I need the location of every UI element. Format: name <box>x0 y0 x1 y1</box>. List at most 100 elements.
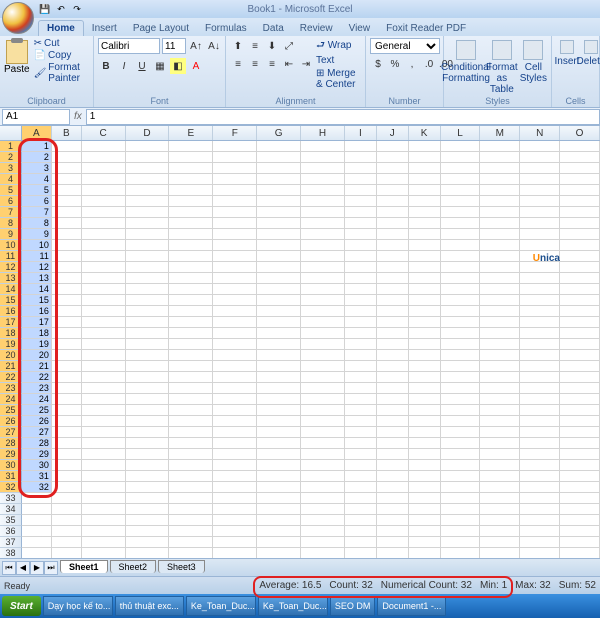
grow-font-icon[interactable]: A↑ <box>188 38 204 54</box>
row-header[interactable]: 16 <box>0 306 22 317</box>
cell[interactable] <box>169 383 213 394</box>
cell[interactable] <box>345 427 377 438</box>
cell[interactable] <box>520 273 560 284</box>
cell[interactable] <box>441 251 481 262</box>
cell[interactable] <box>257 427 301 438</box>
cell[interactable] <box>257 460 301 471</box>
shrink-font-icon[interactable]: A↓ <box>206 38 222 54</box>
tab-home[interactable]: Home <box>38 20 84 36</box>
cell[interactable] <box>345 449 377 460</box>
cell[interactable] <box>520 482 560 493</box>
cell[interactable] <box>480 361 520 372</box>
cell[interactable] <box>213 218 257 229</box>
cell[interactable] <box>409 416 441 427</box>
cell[interactable] <box>126 152 170 163</box>
cell[interactable] <box>480 493 520 504</box>
cell[interactable] <box>409 295 441 306</box>
cell[interactable] <box>213 174 257 185</box>
cell[interactable] <box>377 515 409 526</box>
merge-center-button[interactable]: ⊞ Merge & Center <box>316 68 361 90</box>
cell[interactable] <box>441 306 481 317</box>
cell[interactable] <box>441 471 481 482</box>
cell[interactable] <box>126 251 170 262</box>
tab-view[interactable]: View <box>341 21 379 36</box>
cell[interactable] <box>213 493 257 504</box>
cell[interactable] <box>377 317 409 328</box>
cell[interactable] <box>169 416 213 427</box>
select-all-corner[interactable] <box>0 126 22 140</box>
cell[interactable] <box>82 339 126 350</box>
cell[interactable] <box>301 438 345 449</box>
cell[interactable] <box>377 339 409 350</box>
cell[interactable] <box>560 416 600 427</box>
cell[interactable] <box>520 416 560 427</box>
tab-data[interactable]: Data <box>255 21 292 36</box>
cell[interactable] <box>409 218 441 229</box>
cell[interactable] <box>345 295 377 306</box>
column-header-K[interactable]: K <box>409 126 441 140</box>
cell[interactable] <box>409 339 441 350</box>
cell[interactable] <box>441 141 481 152</box>
cell[interactable] <box>441 273 481 284</box>
cell[interactable] <box>345 196 377 207</box>
cell[interactable] <box>169 526 213 537</box>
cell[interactable] <box>52 493 82 504</box>
cell[interactable] <box>126 317 170 328</box>
cell[interactable] <box>409 328 441 339</box>
cell[interactable] <box>441 515 481 526</box>
cell[interactable] <box>345 361 377 372</box>
cell[interactable] <box>377 405 409 416</box>
cell[interactable] <box>52 218 82 229</box>
row-header[interactable]: 8 <box>0 218 22 229</box>
cell[interactable] <box>126 372 170 383</box>
cell[interactable] <box>520 163 560 174</box>
currency-icon[interactable]: $ <box>370 56 386 72</box>
cell[interactable] <box>126 141 170 152</box>
cell[interactable] <box>52 163 82 174</box>
tab-review[interactable]: Review <box>292 21 341 36</box>
cell[interactable] <box>345 405 377 416</box>
cell[interactable] <box>169 493 213 504</box>
cell[interactable] <box>213 141 257 152</box>
cell[interactable] <box>52 174 82 185</box>
cell[interactable] <box>345 438 377 449</box>
cell[interactable] <box>441 427 481 438</box>
cell[interactable] <box>377 482 409 493</box>
cell[interactable] <box>560 141 600 152</box>
row-header[interactable]: 38 <box>0 548 22 558</box>
cell[interactable] <box>480 482 520 493</box>
cell[interactable] <box>409 460 441 471</box>
cell[interactable] <box>409 394 441 405</box>
cell[interactable] <box>345 416 377 427</box>
cell[interactable] <box>82 207 126 218</box>
cell[interactable] <box>480 460 520 471</box>
cell[interactable] <box>82 449 126 460</box>
cell[interactable] <box>345 526 377 537</box>
cell[interactable] <box>257 273 301 284</box>
cell[interactable] <box>345 163 377 174</box>
cell[interactable]: 18 <box>22 328 52 339</box>
cell[interactable] <box>480 537 520 548</box>
row-header[interactable]: 30 <box>0 460 22 471</box>
cell[interactable] <box>169 372 213 383</box>
row-header[interactable]: 35 <box>0 515 22 526</box>
wrap-text-button[interactable]: ⮐ Wrap Text <box>316 38 361 66</box>
cell[interactable] <box>82 482 126 493</box>
cell[interactable] <box>213 339 257 350</box>
cell[interactable] <box>480 438 520 449</box>
cell[interactable] <box>301 174 345 185</box>
cell[interactable] <box>52 449 82 460</box>
column-header-M[interactable]: M <box>480 126 520 140</box>
cell[interactable] <box>480 328 520 339</box>
cell[interactable] <box>301 460 345 471</box>
cell[interactable] <box>126 284 170 295</box>
cell[interactable] <box>441 295 481 306</box>
cell[interactable] <box>345 394 377 405</box>
cell[interactable] <box>22 526 52 537</box>
cell[interactable] <box>480 515 520 526</box>
cell[interactable] <box>82 251 126 262</box>
cell[interactable] <box>169 460 213 471</box>
cell[interactable] <box>345 306 377 317</box>
cell[interactable] <box>520 537 560 548</box>
cell[interactable] <box>409 317 441 328</box>
